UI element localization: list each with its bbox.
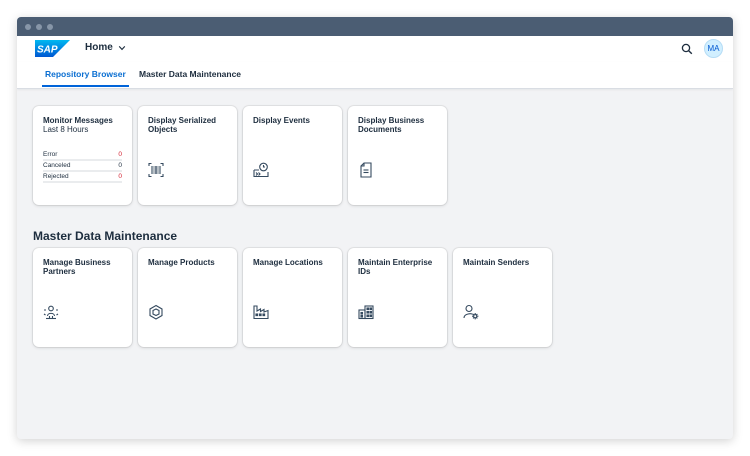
factory-location-icon [253, 304, 269, 320]
row-label: Error [43, 151, 58, 158]
building-icon [358, 304, 374, 320]
tile-maintain-enterprise-ids[interactable]: Maintain Enterprise IDs [348, 248, 447, 347]
tile-title: Monitor Messages [43, 116, 113, 125]
home-menu-button[interactable]: Home [85, 42, 126, 53]
window-close-dot[interactable] [25, 23, 31, 30]
row-value: 0 [118, 151, 122, 158]
tab-repository-browser[interactable]: Repository Browser [42, 69, 129, 87]
row-value: 0 [118, 162, 122, 169]
tile-subtitle: Last 8 Hours [43, 125, 89, 134]
row-label: Rejected [43, 173, 69, 180]
tab-master-data-maintenance[interactable]: Master Data Maintenance [139, 69, 241, 86]
row-label: Canceled [43, 162, 71, 169]
user-settings-icon [463, 304, 479, 320]
tile-display-serialized-objects[interactable]: Display Serialized Objects [138, 106, 237, 205]
home-label: Home [85, 42, 113, 53]
tile-manage-products[interactable]: Manage Products [138, 248, 237, 347]
document-icon [358, 162, 374, 178]
product-box-icon [148, 304, 164, 320]
business-partners-icon [43, 304, 59, 320]
svg-text:SAP: SAP [37, 45, 58, 56]
tile-title: Maintain Enterprise IDs [358, 258, 433, 276]
window-maximize-dot[interactable] [47, 23, 53, 30]
tile-title: Manage Products [148, 258, 215, 267]
window-titlebar [17, 17, 733, 36]
search-icon[interactable] [681, 43, 693, 55]
tile-manage-locations[interactable]: Manage Locations [243, 248, 342, 347]
message-row-error: Error 0 [43, 151, 122, 161]
tile-title: Maintain Senders [463, 258, 530, 267]
tile-title: Display Serialized Objects [148, 116, 217, 134]
tile-display-events[interactable]: Display Events [243, 106, 342, 205]
barcode-icon [148, 162, 164, 178]
user-avatar[interactable]: MA [704, 39, 723, 58]
section-title: Master Data Maintenance [33, 229, 178, 243]
message-row-rejected: Rejected 0 [43, 173, 122, 183]
tile-title: Display Business Documents [358, 116, 425, 134]
tile-manage-business-partners[interactable]: Manage Business Partners [33, 248, 132, 347]
window-minimize-dot[interactable] [36, 23, 42, 30]
tile-title: Manage Locations [253, 258, 323, 267]
chevron-down-icon [118, 45, 126, 50]
tile-title: Manage Business Partners [43, 258, 111, 276]
tile-monitor-messages[interactable]: Monitor Messages Last 8 Hours Error 0 Ca… [33, 106, 132, 205]
tile-title: Display Events [253, 116, 310, 125]
tab-bar: Repository Browser Master Data Maintenan… [17, 62, 733, 89]
event-history-icon [253, 162, 269, 178]
tile-maintain-senders[interactable]: Maintain Senders [453, 248, 552, 347]
sap-logo[interactable]: SAP [35, 40, 70, 57]
row-value: 0 [118, 173, 122, 180]
shell-bar: SAP Home MA [17, 36, 733, 62]
browser-window: SAP Home MA Repository Browser Master Da… [17, 17, 733, 439]
message-row-canceled: Canceled 0 [43, 162, 122, 172]
tile-display-business-documents[interactable]: Display Business Documents [348, 106, 447, 205]
